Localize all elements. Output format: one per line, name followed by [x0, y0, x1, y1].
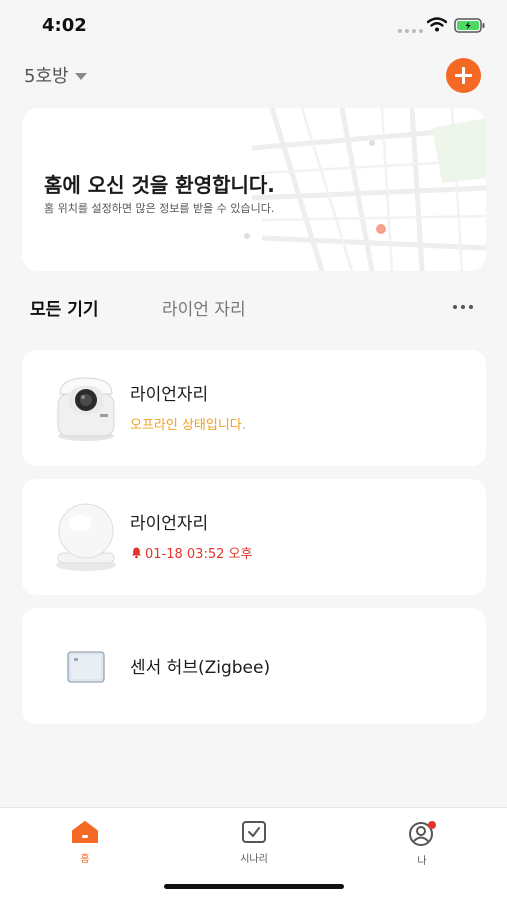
tab-lion-seat[interactable]: 라이언 자리: [162, 295, 246, 320]
home-icon: [72, 821, 98, 843]
status-time: 4:02: [42, 15, 87, 36]
home-indicator: [164, 884, 344, 889]
device-card-camera[interactable]: 라이언자리 오프라인 상태입니다.: [22, 350, 486, 466]
chevron-down-icon: [74, 72, 87, 80]
tab-me[interactable]: 나: [382, 820, 462, 867]
more-options-icon[interactable]: [448, 297, 478, 317]
device-name: 센서 허브(Zigbee): [130, 658, 271, 678]
device-status-alert: 01-18 03:52 오후: [130, 543, 252, 562]
device-status-offline: 오프라인 상태입니다.: [130, 418, 246, 433]
device-name: 라이언자리: [130, 385, 209, 405]
home-name: 5호방: [24, 66, 69, 87]
welcome-card[interactable]: 홈에 오신 것을 환영합니다. 홈 위치를 설정하면 많은 정보를 받을 수 있…: [22, 108, 486, 271]
profile-icon: [409, 821, 436, 846]
home-selector[interactable]: 5호방: [24, 62, 87, 88]
welcome-title: 홈에 오신 것을 환영합니다.: [44, 173, 275, 197]
tab-scene[interactable]: 시나리: [214, 820, 294, 865]
tab-all-devices[interactable]: 모든 기기: [30, 295, 98, 320]
status-bar: 4:02: [0, 0, 507, 50]
tab-scene-label: 시나리: [240, 854, 268, 865]
scene-icon: [242, 821, 266, 843]
device-card-hub[interactable]: 센서 허브(Zigbee): [22, 608, 486, 724]
tab-home-label: 홈: [80, 854, 90, 865]
cellular-signal-icon: [398, 29, 423, 33]
device-name: 라이언자리: [130, 514, 209, 534]
device-alert-time: 01-18 03:52 오후: [145, 547, 253, 562]
room-tabs: 모든 기기 라이언 자리: [0, 290, 507, 326]
wifi-icon: [427, 17, 447, 32]
add-device-button[interactable]: [446, 58, 481, 93]
tab-me-label: 나: [417, 856, 427, 867]
tab-home[interactable]: 홈: [45, 820, 125, 865]
camera-icon: [57, 377, 115, 441]
motion-sensor-icon: [56, 503, 116, 571]
battery-icon: [454, 18, 485, 33]
hub-icon: [67, 651, 105, 683]
bell-icon: [132, 547, 141, 559]
welcome-subtitle: 홈 위치를 설정하면 많은 정보를 받을 수 있습니다.: [44, 202, 275, 215]
device-card-motion-sensor[interactable]: 라이언자리 01-18 03:52 오후: [22, 479, 486, 595]
